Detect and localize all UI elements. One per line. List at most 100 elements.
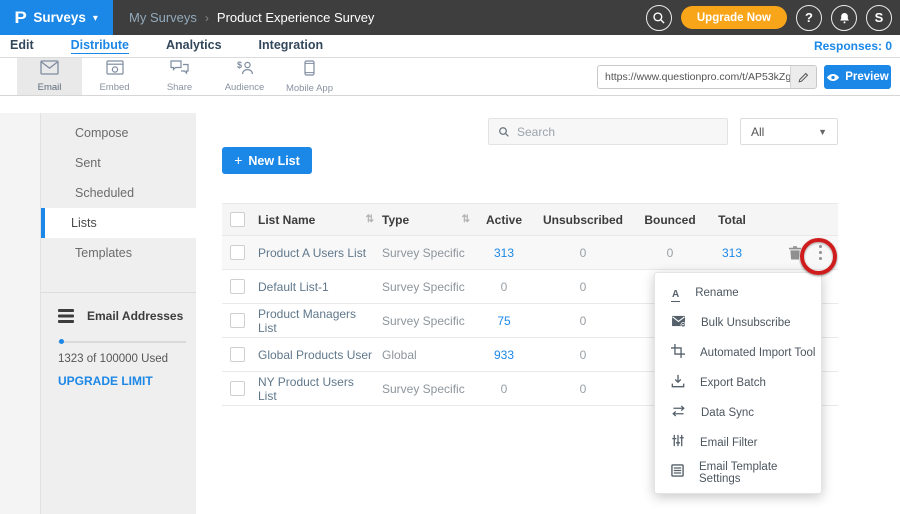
breadcrumb-separator: ›: [205, 11, 209, 25]
search-button[interactable]: [646, 5, 672, 31]
edit-url-button[interactable]: [790, 66, 816, 88]
email-sidebar: ComposeSentScheduledListsTemplates Email…: [40, 113, 196, 514]
row-menu-button[interactable]: [815, 243, 826, 262]
upgrade-limit-link[interactable]: UPGRADE LIMIT: [58, 374, 196, 388]
search-icon: [652, 11, 666, 25]
upgrade-now-button[interactable]: Upgrade Now: [681, 6, 787, 29]
sidebar-item-templates[interactable]: Templates: [41, 238, 196, 268]
survey-url[interactable]: https://www.questionpro.com/t/AP53kZgfo: [598, 71, 790, 83]
filter-value: All: [751, 125, 764, 139]
list-name-link[interactable]: Product Managers List: [258, 307, 374, 335]
context-menu-rename[interactable]: A Rename: [655, 278, 821, 308]
column-list-name: List Name: [258, 213, 315, 227]
responses-count[interactable]: Responses: 0: [814, 39, 892, 53]
automated-import-icon: [671, 344, 685, 363]
toolbar-tab-share[interactable]: Share: [147, 58, 212, 95]
pencil-icon: [798, 72, 809, 83]
notifications-button[interactable]: [831, 5, 857, 31]
unsubscribed-count: 0: [580, 314, 587, 328]
column-total: Total: [704, 213, 760, 227]
unsubscribed-count: 0: [580, 246, 587, 260]
list-type: Survey Specific: [382, 280, 465, 294]
questionpro-logo: P: [14, 8, 26, 28]
context-menu-bulk-unsubscribe[interactable]: Bulk Unsubscribe: [655, 308, 821, 338]
active-count[interactable]: 313: [494, 246, 514, 260]
breadcrumb-my-surveys[interactable]: My Surveys: [129, 10, 197, 25]
active-count[interactable]: 75: [497, 314, 510, 328]
share-icon: [170, 60, 189, 80]
row-checkbox[interactable]: [230, 347, 245, 362]
list-type: Survey Specific: [382, 246, 465, 260]
context-menu-export-batch[interactable]: Export Batch: [655, 368, 821, 398]
context-menu-data-sync[interactable]: Data Sync: [655, 398, 821, 428]
toolbar-tab-email[interactable]: Email: [17, 58, 82, 95]
avatar[interactable]: S: [866, 5, 892, 31]
sidebar-item-compose[interactable]: Compose: [41, 118, 196, 148]
sort-icon[interactable]: ⇅: [462, 214, 470, 225]
nav-tab-distribute[interactable]: Distribute: [71, 38, 129, 54]
toolbar-tab-mobile-app[interactable]: Mobile App: [277, 58, 342, 95]
email-filter-icon: [671, 434, 685, 452]
select-all-checkbox[interactable]: [230, 212, 245, 227]
preview-button[interactable]: Preview: [824, 65, 891, 89]
new-list-label: New List: [248, 154, 299, 168]
plus-icon: +: [234, 152, 242, 168]
active-count[interactable]: 0: [501, 382, 508, 396]
list-name-link[interactable]: Default List-1: [258, 280, 329, 294]
search-icon: [498, 126, 510, 138]
context-menu-automated-import-tool[interactable]: Automated Import Tool: [655, 338, 821, 368]
top-header: P Surveys ▾ My Surveys › Product Experie…: [0, 0, 900, 35]
list-search-box: [488, 118, 728, 145]
embed-icon: [106, 60, 124, 80]
sort-icon[interactable]: ⇅: [366, 214, 374, 225]
sidebar-item-lists[interactable]: Lists: [41, 208, 196, 238]
nav-tab-integration[interactable]: Integration: [259, 38, 324, 54]
active-count[interactable]: 0: [501, 280, 508, 294]
delete-list-button[interactable]: [788, 245, 802, 260]
survey-url-box: https://www.questionpro.com/t/AP53kZgfo: [597, 65, 817, 89]
preview-label: Preview: [845, 71, 888, 83]
questionpro-app: P Surveys ▾ My Surveys › Product Experie…: [0, 0, 900, 514]
list-name-link[interactable]: Global Products User: [258, 348, 372, 362]
progress-indicator: [59, 339, 64, 344]
row-checkbox[interactable]: [230, 381, 245, 396]
row-checkbox[interactable]: [230, 313, 245, 328]
list-filter-dropdown[interactable]: All ▼: [740, 118, 838, 145]
sidebar-wrap: ComposeSentScheduledListsTemplates Email…: [0, 113, 196, 514]
list-type: Survey Specific: [382, 382, 465, 396]
chevron-down-icon: ▾: [93, 13, 98, 24]
export-batch-icon: [671, 374, 685, 393]
email-usage-text: 1323 of 100000 Used: [58, 353, 196, 365]
toolbar-tab-embed[interactable]: Embed: [82, 58, 147, 95]
row-checkbox[interactable]: [230, 279, 245, 294]
product-menu-label: Surveys: [33, 10, 86, 25]
trash-icon: [788, 245, 802, 260]
column-type: Type: [382, 213, 409, 227]
list-name-link[interactable]: Product A Users List: [258, 246, 366, 260]
product-menu[interactable]: P Surveys ▾: [0, 0, 113, 35]
context-menu-email-filter[interactable]: Email Filter: [655, 428, 821, 458]
search-input[interactable]: [517, 125, 697, 139]
list-name-link[interactable]: NY Product Users List: [258, 375, 374, 403]
data-sync-icon: [671, 404, 686, 422]
row-context-menu: A Rename Bulk Unsubscribe Automated Impo…: [654, 272, 822, 494]
row-checkbox[interactable]: [230, 245, 245, 260]
sidebar-item-scheduled[interactable]: Scheduled: [41, 178, 196, 208]
survey-nav: Edit Distribute Analytics Integration Respo…: [0, 35, 900, 58]
column-active: Active: [478, 213, 530, 227]
nav-tab-analytics[interactable]: Analytics: [166, 38, 222, 54]
total-count[interactable]: 313: [722, 246, 742, 260]
table-header: List Name ⇅ Type ⇅ Active Unsubscribed B…: [222, 203, 838, 236]
help-button[interactable]: ?: [796, 5, 822, 31]
new-list-button[interactable]: + New List: [222, 147, 312, 174]
unsubscribed-count: 0: [580, 348, 587, 362]
sidebar-item-sent[interactable]: Sent: [41, 148, 196, 178]
email-addresses-title: Email Addresses: [87, 309, 183, 323]
table-row: Product A Users List Survey Specific 313…: [222, 236, 838, 270]
nav-tab-edit[interactable]: Edit: [10, 38, 34, 54]
toolbar-tab-audience[interactable]: $Audience: [212, 58, 277, 95]
distribute-toolbar: EmailEmbedShare$AudienceMobile App https…: [0, 58, 900, 96]
context-menu-email-template-settings[interactable]: Email Template Settings: [655, 458, 821, 488]
active-count[interactable]: 933: [494, 348, 514, 362]
mobile-app-icon: [304, 60, 315, 81]
